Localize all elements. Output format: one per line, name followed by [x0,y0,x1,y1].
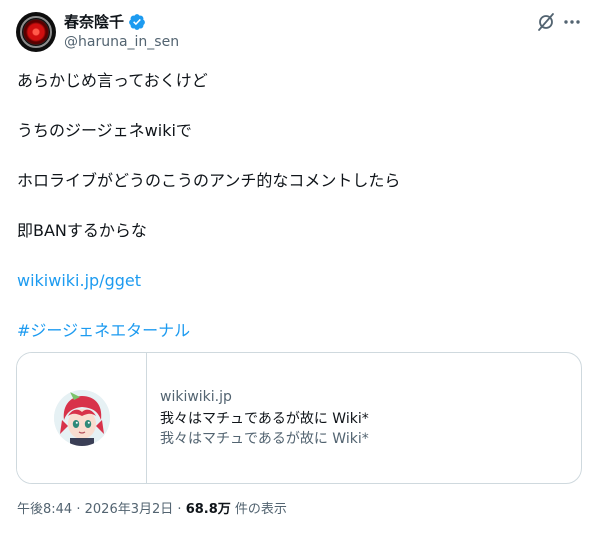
tweet-date[interactable]: 2026年3月2日 [85,502,174,517]
verified-badge-icon [129,14,145,30]
view-count: 68.8万 [185,502,231,517]
card-title: 我々はマチュであるが故に Wiki* [160,411,369,427]
author-display-name[interactable]: 春奈陰千 [64,12,124,32]
author-avatar[interactable] [16,12,56,52]
card-text: wikiwiki.jp 我々はマチュであるが故に Wiki* 我々はマチュである… [160,387,369,449]
tweet-link[interactable]: wikiwiki.jp/gget [17,270,141,292]
author-handle[interactable]: @haruna_in_sen [64,33,179,51]
more-icon[interactable] [562,12,582,32]
card-description: 我々はマチュであるが故に Wiki* [160,431,369,447]
meta-separator: · [177,502,182,517]
tweet-text-line: ホロライブがどうのこうのアンチ的なコメントしたら [17,171,401,190]
tweet-time[interactable]: 午後8:44 [17,502,72,517]
grok-icon[interactable] [536,12,556,32]
tweet-text-line: あらかじめ言っておくけど [17,71,208,90]
tweet-text-line: うちのジージェネwikiで [17,121,192,140]
link-preview-card[interactable]: wikiwiki.jp 我々はマチュであるが故に Wiki* 我々はマチュである… [16,352,582,484]
card-avatar [54,390,110,446]
card-domain: wikiwiki.jp [160,389,232,405]
tweet-text-line: 即BANするからな [17,221,147,240]
author-name-row: 春奈陰千 [64,12,146,32]
meta-separator: · [76,502,81,517]
tweet-hashtag[interactable]: #ジージェネエターナル [17,320,190,342]
view-label: 件の表示 [234,502,287,517]
avatar-eye [23,19,49,45]
tweet-meta: 午後8:44 · 2026年3月2日 · 68.8万 件の表示 [17,501,287,519]
card-thumbnail [17,353,147,483]
